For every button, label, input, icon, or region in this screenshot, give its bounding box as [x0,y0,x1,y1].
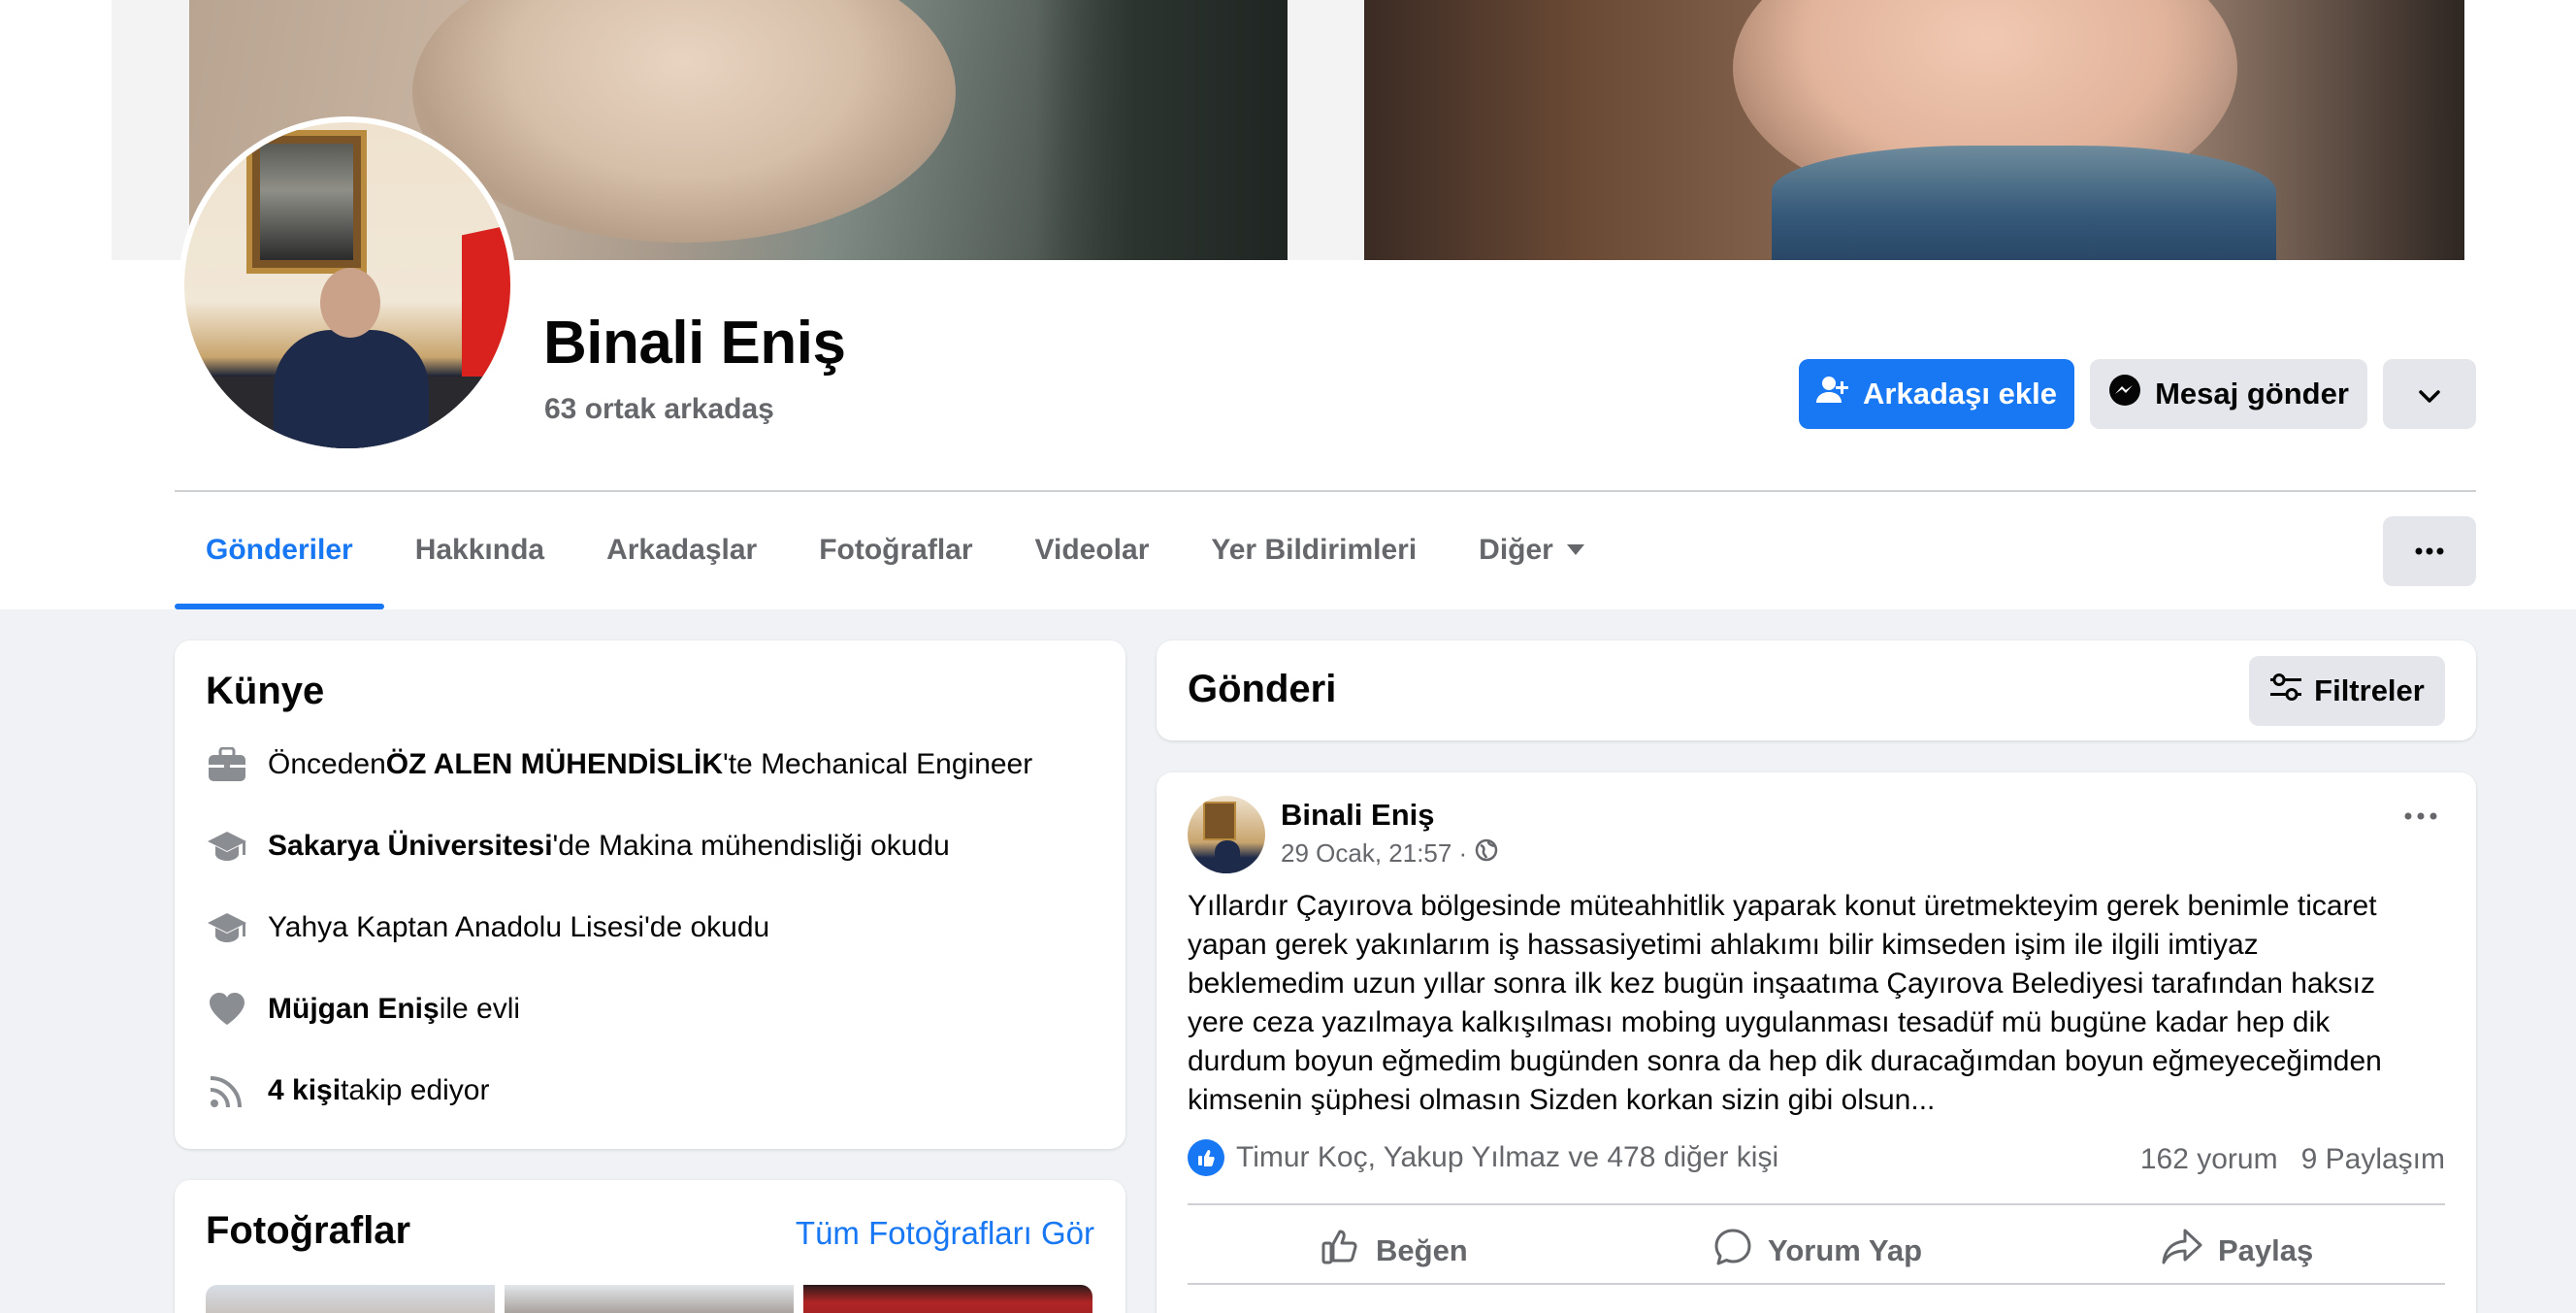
add-friend-button[interactable]: Arkadaşı ekle [1799,359,2074,429]
cover-photo-right [1364,0,2464,260]
briefcase-icon [206,743,248,786]
profile-name: Binali Eniş [543,310,846,377]
photo-thumbnail[interactable] [206,1285,495,1313]
tab-friends[interactable]: Arkadaşlar [575,490,788,609]
post-author-name[interactable]: Binali Eniş [1281,798,1434,833]
graduation-cap-icon [206,825,248,868]
comment-button[interactable]: Yorum Yap [1713,1217,1922,1285]
share-label: Paylaş [2218,1233,2314,1267]
chevron-down-icon [2419,377,2440,411]
mutual-friends[interactable]: 63 ortak arkadaş [544,393,774,426]
like-button[interactable]: Beğen [1321,1217,1468,1285]
like-reaction-icon [1188,1139,1224,1176]
post-counts: 162 yorum 9 Paylaşım [2140,1143,2445,1176]
post-card: Binali Eniş 29 Ocak, 21:57 · Yıllardır Ç… [1157,772,2476,1313]
reactions-text: Timur Koç, Yakup Yılmaz ve 478 diğer kiş… [1236,1141,1779,1173]
tab-posts[interactable]: Gönderiler [175,490,384,609]
profile-tabs: Gönderiler Hakkında Arkadaşlar Fotoğrafl… [175,490,1615,609]
see-all-photos-link[interactable]: Tüm Fotoğrafları Gör [796,1215,1094,1252]
speech-bubble-icon [1713,1228,1752,1274]
post-reactions[interactable]: Timur Koç, Yakup Yılmaz ve 478 diğer kiş… [1188,1139,1778,1176]
like-label: Beğen [1376,1233,1468,1267]
posts-header-card: Gönderi Filtreler [1157,640,2476,740]
shares-count[interactable]: 9 Paylaşım [2301,1143,2445,1176]
share-arrow-icon [2162,1229,2202,1273]
add-friend-label: Arkadaşı ekle [1863,377,2057,410]
add-friend-icon [1816,376,1849,412]
more-options-button[interactable] [2383,359,2476,429]
comment-label: Yorum Yap [1768,1233,1923,1267]
intro-title: Künye [206,670,325,712]
intro-item-university: Sakarya Üniversitesi'de Makina mühendisl… [206,825,950,868]
intro-item-highschool: Yahya Kaptan Anadolu Lisesi'de okudu [206,906,769,949]
intro-item-work: Önceden ÖZ ALEN MÜHENDİSLİK'te Mechanica… [206,743,1032,786]
send-message-button[interactable]: Mesaj gönder [2090,359,2367,429]
filters-label: Filtreler [2314,673,2425,707]
intro-item-followers: 4 kişi takip ediyor [206,1069,489,1112]
post-options-button[interactable] [2404,807,2437,825]
tab-more[interactable]: Diğer [1448,490,1615,609]
photos-title: Fotoğraflar [206,1209,411,1252]
caret-down-icon [1566,544,1584,555]
rss-icon [206,1069,248,1112]
heart-icon [206,988,248,1031]
post-body-text: Yıllardır Çayırova bölgesinde müteahhitl… [1188,890,2382,1116]
messenger-icon [2108,374,2141,414]
photo-thumbnail[interactable] [803,1285,1092,1313]
post-author-avatar[interactable] [1188,796,1265,873]
posts-title: Gönderi [1188,668,1337,710]
post-timestamp[interactable]: 29 Ocak, 21:57 · [1281,838,1467,869]
ellipsis-icon [2404,807,2437,824]
share-button[interactable]: Paylaş [2162,1217,2313,1285]
tab-checkins[interactable]: Yer Bildirimleri [1180,490,1448,609]
tabs-more-button[interactable] [2383,516,2476,586]
post-divider [1188,1203,2445,1205]
ellipsis-icon [2415,542,2444,560]
thumbs-up-icon [1321,1229,1360,1273]
avatar[interactable] [184,122,510,448]
tab-about[interactable]: Hakkında [384,490,575,609]
tab-photos[interactable]: Fotoğraflar [788,490,1003,609]
post-divider [1188,1283,2445,1285]
send-message-label: Mesaj gönder [2155,377,2349,410]
photos-card: Fotoğraflar Tüm Fotoğrafları Gör [175,1180,1125,1313]
graduation-cap-icon [206,906,248,949]
tab-videos[interactable]: Videolar [1004,490,1181,609]
post-meta: 29 Ocak, 21:57 · [1281,838,1498,869]
intro-card: Künye Önceden ÖZ ALEN MÜHENDİSLİK'te Mec… [175,640,1125,1149]
filters-button[interactable]: Filtreler [2249,656,2445,726]
globe-icon [1475,838,1498,869]
sliders-icon [2269,673,2302,708]
intro-item-relationship: Müjgan Eniş ile evli [206,988,520,1031]
comments-count[interactable]: 162 yorum [2140,1143,2278,1176]
photo-thumbnail[interactable] [505,1285,794,1313]
